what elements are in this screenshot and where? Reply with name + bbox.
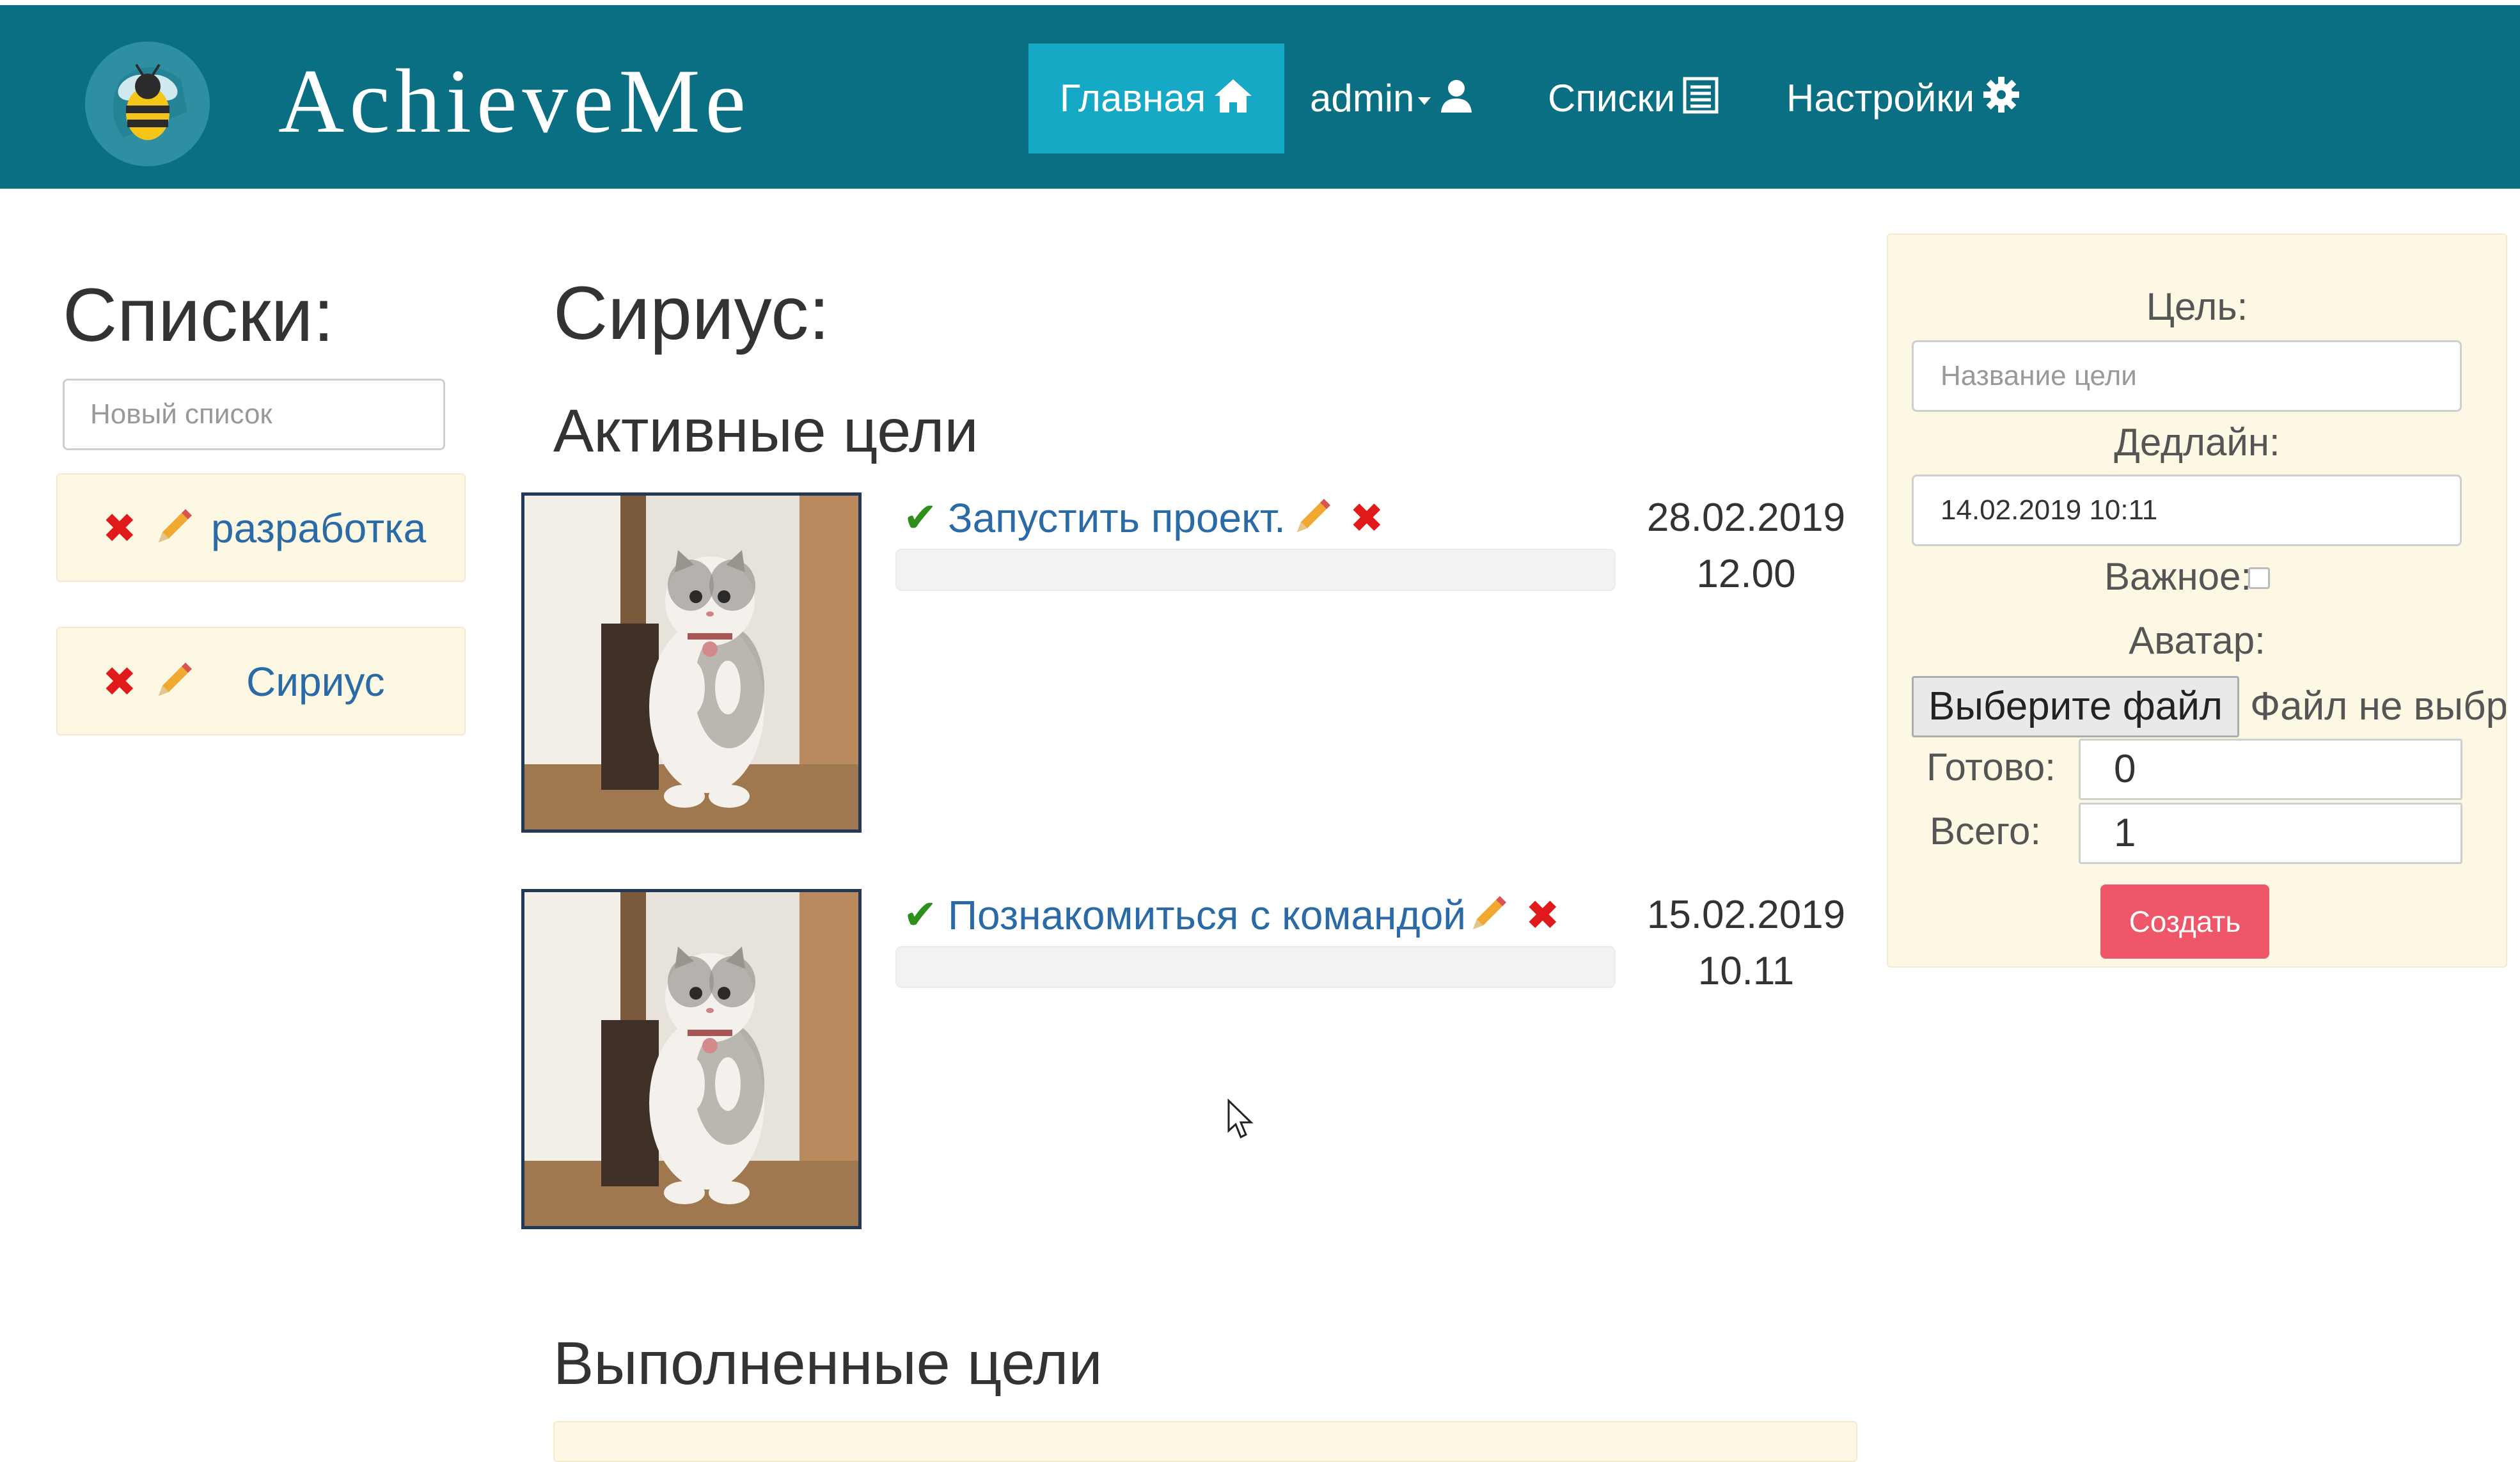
top-navbar: AchieveMe Главная admin Списки Настройки	[0, 5, 2520, 189]
goal-progress-bar	[895, 946, 1616, 988]
file-status-text: Файл не выбра	[2250, 684, 2507, 728]
done-label: Готово:	[1926, 746, 2056, 789]
done-input[interactable]: 0	[2079, 739, 2462, 800]
delete-icon[interactable]: ✖	[1525, 895, 1560, 936]
goal-title-link[interactable]: Познакомиться с командой	[948, 890, 1466, 941]
check-icon[interactable]: ✔	[903, 891, 938, 939]
deadline-input[interactable]: 14.02.2019 10:11	[1912, 475, 2462, 546]
nav-home[interactable]: Главная	[1028, 43, 1284, 153]
delete-icon[interactable]: ✖	[1350, 498, 1384, 538]
nav-lists[interactable]: Списки	[1548, 43, 1719, 153]
create-button[interactable]: Создать	[2100, 884, 2269, 959]
goal-deadline-date: 28.02.2019	[1646, 496, 1846, 540]
important-label: Важное:	[2104, 555, 2252, 598]
nav-lists-label: Списки	[1548, 77, 1676, 120]
list-name[interactable]: разработка	[211, 503, 426, 554]
list-title: Сириус:	[553, 271, 830, 356]
goal-deadline-time: 12.00	[1696, 552, 1796, 596]
list-icon	[1683, 46, 1719, 156]
goal-deadline-date: 15.02.2019	[1646, 893, 1846, 937]
nav-home-label: Главная	[1059, 77, 1206, 120]
brand-name[interactable]: AchieveMe	[278, 50, 751, 152]
gear-icon	[1982, 46, 2020, 156]
mouse-cursor-icon	[1227, 1098, 1255, 1143]
choose-file-button[interactable]: Выберите файл	[1912, 676, 2239, 737]
active-goals-heading: Активные цели	[553, 397, 979, 465]
nav-admin-label: admin	[1310, 77, 1415, 120]
goal-deadline-time: 10.11	[1697, 949, 1795, 993]
goal-avatar-image	[521, 492, 862, 833]
nav-admin[interactable]: admin	[1310, 43, 1474, 153]
goal-avatar-image	[521, 889, 862, 1229]
pencil-icon[interactable]	[1468, 895, 1508, 938]
delete-icon[interactable]: ✖	[102, 508, 137, 549]
total-label: Всего:	[1930, 810, 2041, 853]
list-item-razrabotka[interactable]: ✖ разработка	[56, 473, 466, 582]
avatar-label: Аватар:	[2129, 619, 2265, 662]
new-goal-form: Цель: Название цели Дедлайн: 14.02.2019 …	[1887, 233, 2507, 968]
goal-progress-bar	[895, 549, 1616, 591]
pencil-icon[interactable]	[154, 661, 193, 704]
goal-title-link[interactable]: Запустить проект.	[948, 492, 1286, 544]
list-name[interactable]: Сириус	[246, 656, 385, 707]
list-item-sirius[interactable]: ✖ Сириус	[56, 627, 466, 735]
total-input[interactable]: 1	[2079, 803, 2462, 864]
pencil-icon[interactable]	[1292, 498, 1332, 540]
home-icon	[1213, 46, 1253, 156]
nav-settings-label: Настройки	[1786, 77, 1975, 120]
new-list-input[interactable]: Новый список	[63, 379, 445, 450]
delete-icon[interactable]: ✖	[102, 661, 137, 702]
completed-goals-heading: Выполненные цели	[553, 1330, 1103, 1397]
user-icon	[1438, 46, 1474, 156]
completed-goals-container	[553, 1421, 1857, 1462]
goal-label: Цель:	[2146, 285, 2248, 328]
deadline-label: Дедлайн:	[2114, 421, 2280, 464]
pencil-icon[interactable]	[154, 508, 193, 551]
lists-title: Списки:	[63, 273, 335, 358]
goal-name-input[interactable]: Название цели	[1912, 340, 2462, 412]
bee-icon[interactable]	[85, 42, 210, 166]
check-icon[interactable]: ✔	[903, 494, 938, 542]
important-checkbox[interactable]	[2248, 567, 2270, 589]
nav-settings[interactable]: Настройки	[1786, 43, 2020, 153]
chevron-down-icon	[1418, 97, 1431, 106]
